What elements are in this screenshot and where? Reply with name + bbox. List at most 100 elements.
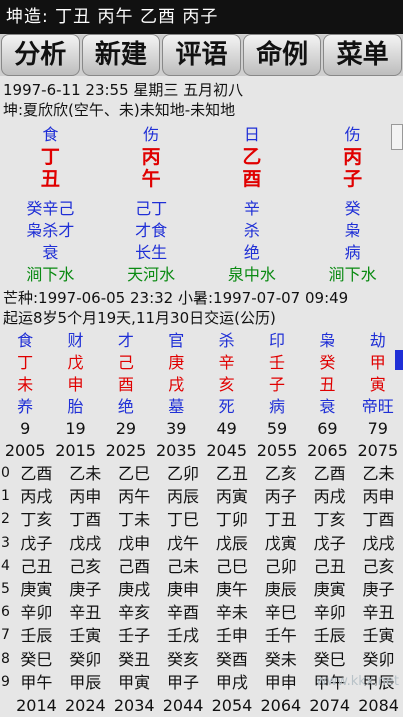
liunian-cell[interactable]: 庚寅 [305, 578, 354, 601]
liunian-cell[interactable]: 乙酉 [305, 462, 354, 485]
liunian-cell[interactable]: 辛巳 [256, 601, 305, 624]
liunian-cell[interactable]: 乙卯 [159, 462, 208, 485]
liunian-cell[interactable]: 戊戌 [61, 532, 110, 555]
scroll-indicator[interactable] [395, 350, 403, 370]
dayun-stage: 病 [269, 397, 286, 416]
liunian-cell[interactable]: 癸巳 [305, 648, 354, 671]
liunian-cell[interactable]: 庚申 [159, 578, 208, 601]
liunian-cell[interactable]: 癸卯 [61, 648, 110, 671]
liunian-cell[interactable]: 戊辰 [208, 532, 257, 555]
liunian-cell[interactable]: 己卯 [256, 555, 305, 578]
liunian-cell[interactable]: 癸丑 [110, 648, 159, 671]
liunian-cell[interactable]: 丙戌 [12, 485, 61, 508]
row-index: 8 [1, 650, 10, 667]
liunian-cell[interactable]: 乙未 [354, 462, 403, 485]
end-year: 2064 [260, 695, 302, 715]
liunian-cell[interactable]: 庚戌 [110, 578, 159, 601]
menu-button[interactable]: 菜单 [323, 34, 402, 76]
liunian-cell[interactable]: 己丑 [12, 555, 61, 578]
liunian-cell[interactable]: 戊寅 [256, 532, 305, 555]
liunian-cell[interactable]: 壬寅 [61, 624, 110, 647]
liunian-cell[interactable]: 己丑 [305, 555, 354, 578]
liunian-cell[interactable]: 辛未 [208, 601, 257, 624]
liunian-cell[interactable]: 己巳 [208, 555, 257, 578]
liunian-cell[interactable]: 丁卯 [208, 508, 257, 531]
end-year: 2044 [162, 695, 204, 715]
liunian-cell[interactable]: 丙申 [61, 485, 110, 508]
liunian-cell[interactable]: 辛丑 [61, 601, 110, 624]
liunian-row: 1 丙戌 丙申 丙午 丙辰 丙寅 丙子 丙戌 丙申 [0, 485, 403, 508]
liunian-cell[interactable]: 甲寅 [110, 671, 159, 694]
liunian-cell[interactable]: 戊戌 [354, 532, 403, 555]
liunian-cell[interactable]: 丁酉 [354, 508, 403, 531]
liunian-cell[interactable]: 乙丑 [208, 462, 257, 485]
liunian-cell[interactable]: 辛丑 [354, 601, 403, 624]
liunian-cell[interactable]: 壬戌 [159, 624, 208, 647]
liunian-cell[interactable]: 癸亥 [159, 648, 208, 671]
hidden-god: 枭杀才 [26, 221, 75, 240]
liunian-cell[interactable]: 壬辰 [12, 624, 61, 647]
liunian-cell[interactable]: 乙未 [61, 462, 110, 485]
liunian-cell[interactable]: 丙午 [110, 485, 159, 508]
liunian-cell[interactable]: 辛亥 [110, 601, 159, 624]
comment-button[interactable]: 评语 [162, 34, 241, 76]
dayun-age: 9 [20, 419, 31, 438]
liunian-cell[interactable]: 丁丑 [256, 508, 305, 531]
liunian-cell[interactable]: 甲午 [12, 671, 61, 694]
row-index: 4 [1, 557, 10, 574]
liunian-cell[interactable]: 壬子 [110, 624, 159, 647]
liunian-cell[interactable]: 甲辰 [61, 671, 110, 694]
scrollbar-top[interactable] [391, 124, 403, 150]
liunian-cell[interactable]: 庚寅 [12, 578, 61, 601]
liunian-cell[interactable]: 癸卯 [354, 648, 403, 671]
liunian-cell[interactable]: 癸未 [256, 648, 305, 671]
hidden-stem: 癸 [344, 199, 361, 218]
liunian-cell[interactable]: 丁酉 [61, 508, 110, 531]
liunian-cell[interactable]: 丙戌 [305, 485, 354, 508]
liunian-cell[interactable]: 庚子 [354, 578, 403, 601]
person-line: 坤:夏欣欣(空午、未)未知地-未知地 [3, 101, 236, 119]
liunian-cell[interactable]: 乙巳 [110, 462, 159, 485]
liunian-cell[interactable]: 甲子 [159, 671, 208, 694]
liunian-cell[interactable]: 甲戌 [208, 671, 257, 694]
liunian-cell[interactable]: 戊子 [12, 532, 61, 555]
liunian-cell[interactable]: 己酉 [110, 555, 159, 578]
new-button[interactable]: 新建 [81, 34, 161, 76]
liunian-cell[interactable]: 丙辰 [159, 485, 208, 508]
examples-button[interactable]: 命例 [242, 34, 322, 76]
liunian-cell[interactable]: 甲申 [256, 671, 305, 694]
liunian-cell[interactable]: 己未 [159, 555, 208, 578]
liunian-cell[interactable]: 丁巳 [159, 508, 208, 531]
liunian-cell[interactable]: 丁亥 [12, 508, 61, 531]
liunian-cell[interactable]: 癸巳 [12, 648, 61, 671]
liunian-cell[interactable]: 辛卯 [305, 601, 354, 624]
liunian-cell[interactable]: 壬辰 [305, 624, 354, 647]
dayun-year: 2015 [55, 441, 96, 460]
liunian-cell[interactable]: 庚辰 [256, 578, 305, 601]
row-index: 6 [1, 604, 10, 621]
analyze-button[interactable]: 分析 [1, 34, 80, 76]
liunian-cell[interactable]: 庚子 [61, 578, 110, 601]
liunian-cell[interactable]: 戊子 [305, 532, 354, 555]
liunian-cell[interactable]: 戊申 [110, 532, 159, 555]
liunian-cell[interactable]: 壬寅 [354, 624, 403, 647]
da-yun: 食 财 才 官 杀 印 枭 劫 丁 戊 己 庚 辛 壬 癸 甲 未 申 酉 戌 … [0, 330, 403, 462]
liunian-cell[interactable]: 己亥 [354, 555, 403, 578]
liunian-cell[interactable]: 乙酉 [12, 462, 61, 485]
dayun-branch: 申 [67, 375, 84, 394]
liunian-cell[interactable]: 辛酉 [159, 601, 208, 624]
liunian-cell[interactable]: 戊午 [159, 532, 208, 555]
liunian-cell[interactable]: 丙申 [354, 485, 403, 508]
liunian-cell[interactable]: 庚午 [208, 578, 257, 601]
liunian-cell[interactable]: 己亥 [61, 555, 110, 578]
liunian-cell[interactable]: 壬申 [208, 624, 257, 647]
liunian-cell[interactable]: 丙子 [256, 485, 305, 508]
liunian-cell[interactable]: 癸酉 [208, 648, 257, 671]
liunian-cell[interactable]: 丁亥 [305, 508, 354, 531]
liunian-cell[interactable]: 丁未 [110, 508, 159, 531]
liunian-cell[interactable]: 辛卯 [12, 601, 61, 624]
liunian-cell[interactable]: 壬午 [256, 624, 305, 647]
liunian-cell[interactable]: 丙寅 [208, 485, 257, 508]
liunian-cell[interactable]: 乙亥 [256, 462, 305, 485]
dayun-age: 59 [266, 419, 288, 438]
